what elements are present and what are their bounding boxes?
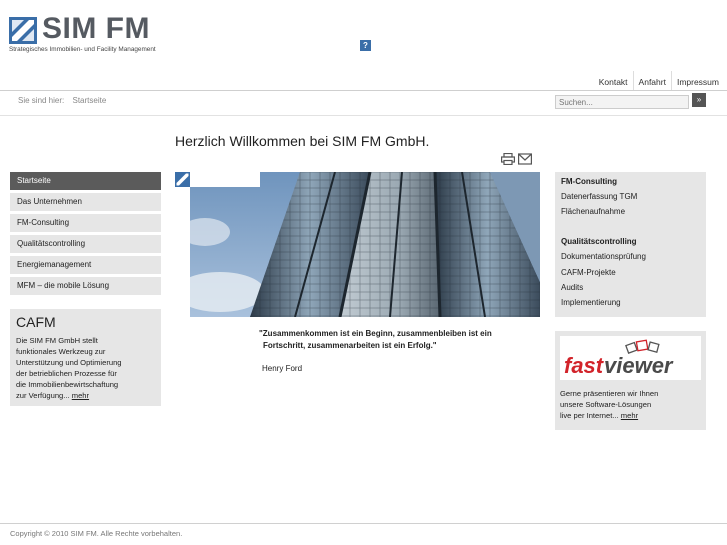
fastviewer-fast: fast <box>564 353 605 378</box>
simfm-logo-icon <box>9 17 37 44</box>
print-icon[interactable] <box>501 153 515 165</box>
sidebar-item-mfm[interactable]: MFM – die mobile Lösung <box>10 277 161 295</box>
quote-line-2: Fortschritt, zusammenarbeiten ist ein Er… <box>263 341 437 350</box>
site-logo[interactable]: SIM FM Strategisches Immobilien- und Fac… <box>9 12 169 57</box>
quote-line-1: "Zusammenkommen ist ein Beginn, zusammen… <box>259 329 492 338</box>
services-heading-qualitaet[interactable]: Qualitätscontrolling <box>561 237 700 252</box>
mail-icon[interactable] <box>518 153 532 165</box>
fastviewer-box: fast viewer Gerne präsentieren wir Ihnen… <box>555 331 706 430</box>
quote: "Zusammenkommen ist ein Beginn, zusammen… <box>259 328 529 352</box>
cafm-box: CAFM Die SIM FM GmbH stellt funktionales… <box>10 309 161 406</box>
breadcrumb-current[interactable]: Startseite <box>72 96 106 105</box>
service-link[interactable]: CAFM-Projekte <box>561 268 700 283</box>
fastviewer-logo[interactable]: fast viewer <box>560 336 701 380</box>
services-box: FM-Consulting Datenerfassung TGM Flächen… <box>555 172 706 317</box>
divider <box>0 90 727 91</box>
fastviewer-more-link[interactable]: mehr <box>621 411 638 420</box>
breadcrumb-prefix: Sie sind hier: <box>18 96 65 105</box>
topnav-impressum[interactable]: Impressum <box>670 71 724 91</box>
cafm-title: CAFM <box>16 314 56 330</box>
breadcrumb: Sie sind hier: Startseite <box>18 96 106 105</box>
page-title: Herzlich Willkommen bei SIM FM GmbH. <box>175 133 430 149</box>
service-link[interactable]: Datenerfassung TGM <box>561 192 700 207</box>
service-link[interactable]: Dokumentationsprüfung <box>561 252 700 267</box>
service-link[interactable]: Flächenaufnahme <box>561 207 700 222</box>
cafm-more-link[interactable]: mehr <box>72 391 89 400</box>
search-button[interactable]: » <box>692 93 706 107</box>
cafm-description: Die SIM FM GmbH stellt funktionales Werk… <box>16 336 122 400</box>
sidebar-item-unternehmen[interactable]: Das Unternehmen <box>10 193 161 211</box>
quote-author: Henry Ford <box>262 364 303 373</box>
topnav-kontakt[interactable]: Kontakt <box>594 71 633 91</box>
search-input[interactable] <box>555 95 689 109</box>
footer-copyright: Copyright © 2010 SIM FM. Alle Rechte vor… <box>10 529 183 538</box>
brand-mark-icon <box>175 172 190 187</box>
hero-building-image <box>190 172 540 317</box>
fastviewer-description: Gerne präsentieren wir Ihnen unsere Soft… <box>560 389 659 420</box>
divider <box>0 115 727 116</box>
service-link[interactable]: Audits <box>561 283 700 298</box>
service-link[interactable]: Implementierung <box>561 298 700 313</box>
top-navigation: Kontakt Anfahrt Impressum <box>594 71 724 91</box>
services-heading-fm-consulting[interactable]: FM-Consulting <box>561 177 700 192</box>
cafm-text: Die SIM FM GmbH stellt funktionales Werk… <box>16 335 155 401</box>
logo-name: SIM FM <box>42 12 150 45</box>
divider <box>0 523 727 524</box>
sidebar-nav: Startseite Das Unternehmen FM-Consulting… <box>10 172 161 298</box>
sidebar-item-startseite[interactable]: Startseite <box>10 172 161 190</box>
topnav-anfahrt[interactable]: Anfahrt <box>632 71 671 91</box>
fastviewer-logo-icon: fast viewer <box>564 339 674 378</box>
sidebar-item-qualitaetscontrolling[interactable]: Qualitätscontrolling <box>10 235 161 253</box>
fastviewer-text: Gerne präsentieren wir Ihnen unsere Soft… <box>560 388 701 421</box>
logo-tagline: Strategisches Immobilien- und Facility M… <box>9 46 156 53</box>
fastviewer-viewer: viewer <box>604 353 674 378</box>
sidebar-item-energiemanagement[interactable]: Energiemanagement <box>10 256 161 274</box>
sidebar-item-fm-consulting[interactable]: FM-Consulting <box>10 214 161 232</box>
help-icon[interactable]: ? <box>360 40 371 51</box>
